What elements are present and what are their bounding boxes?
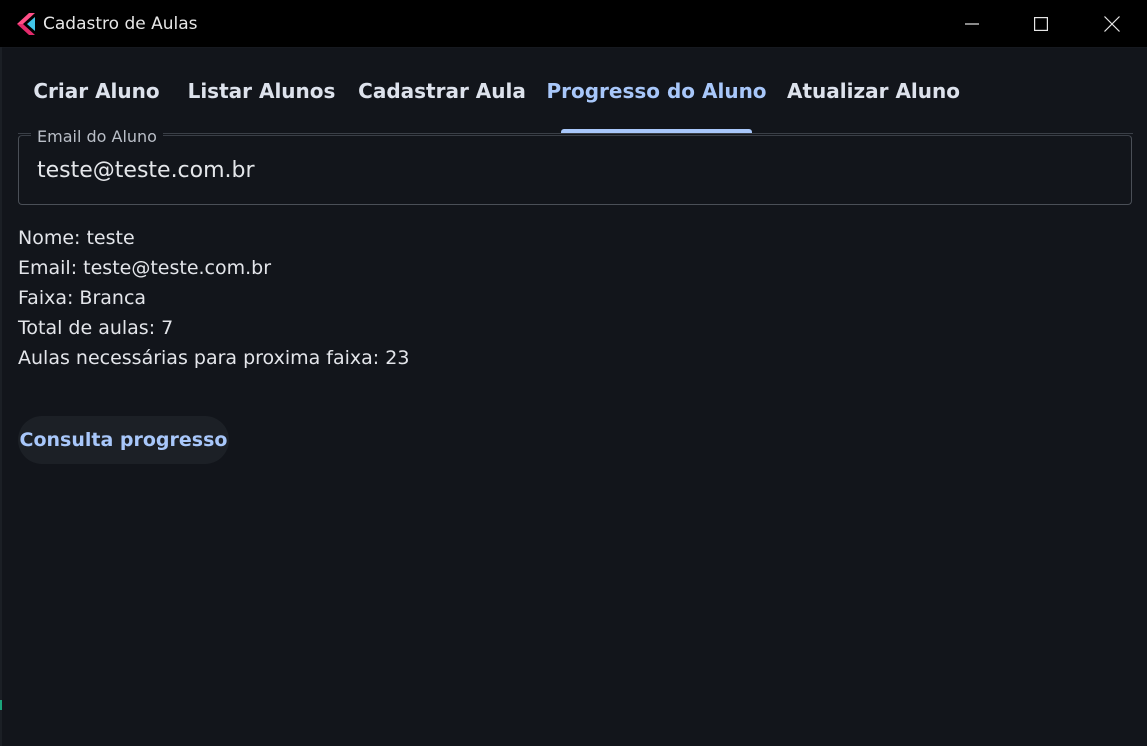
minimize-button[interactable]	[937, 0, 1007, 47]
student-email: Email: teste@teste.com.br	[18, 257, 272, 279]
tab-divider	[18, 133, 1133, 134]
email-field-value[interactable]: teste@teste.com.br	[37, 158, 255, 183]
window-left-border	[0, 47, 2, 746]
tab-atualizar-aluno[interactable]: Atualizar Aluno	[777, 48, 970, 134]
app-window: Cadastro de Aulas Criar Aluno Listar Alu…	[0, 0, 1147, 746]
email-field-label: Email do Aluno	[31, 127, 163, 146]
flutter-icon	[17, 13, 35, 35]
tab-cadastrar-aula[interactable]: Cadastrar Aula	[348, 48, 536, 134]
student-name: Nome: teste	[18, 227, 135, 249]
student-total-classes: Total de aulas: 7	[18, 317, 174, 339]
consult-progress-button[interactable]: Consulta progresso	[18, 416, 229, 464]
maximize-button[interactable]	[1006, 0, 1076, 47]
tab-progresso-do-aluno[interactable]: Progresso do Aluno	[537, 48, 776, 134]
close-button[interactable]	[1077, 0, 1147, 47]
student-belt: Faixa: Branca	[18, 287, 147, 309]
student-progress-info: Nome: teste Email: teste@teste.com.br Fa…	[18, 225, 409, 375]
student-classes-needed: Aulas necessárias para proxima faixa: 23	[18, 347, 410, 369]
tab-criar-aluno[interactable]: Criar Aluno	[18, 48, 175, 134]
close-icon	[1104, 15, 1120, 32]
email-field[interactable]: Email do Aluno teste@teste.com.br	[18, 127, 1132, 205]
tab-listar-alunos[interactable]: Listar Alunos	[176, 48, 347, 134]
window-title: Cadastro de Aulas	[43, 14, 198, 34]
tab-bar: Criar Aluno Listar Alunos Cadastrar Aula…	[0, 48, 1133, 134]
maximize-icon	[1034, 16, 1048, 31]
title-bar[interactable]: Cadastro de Aulas	[0, 0, 1147, 48]
minimize-icon	[965, 17, 979, 31]
left-edge-marker	[0, 700, 2, 710]
